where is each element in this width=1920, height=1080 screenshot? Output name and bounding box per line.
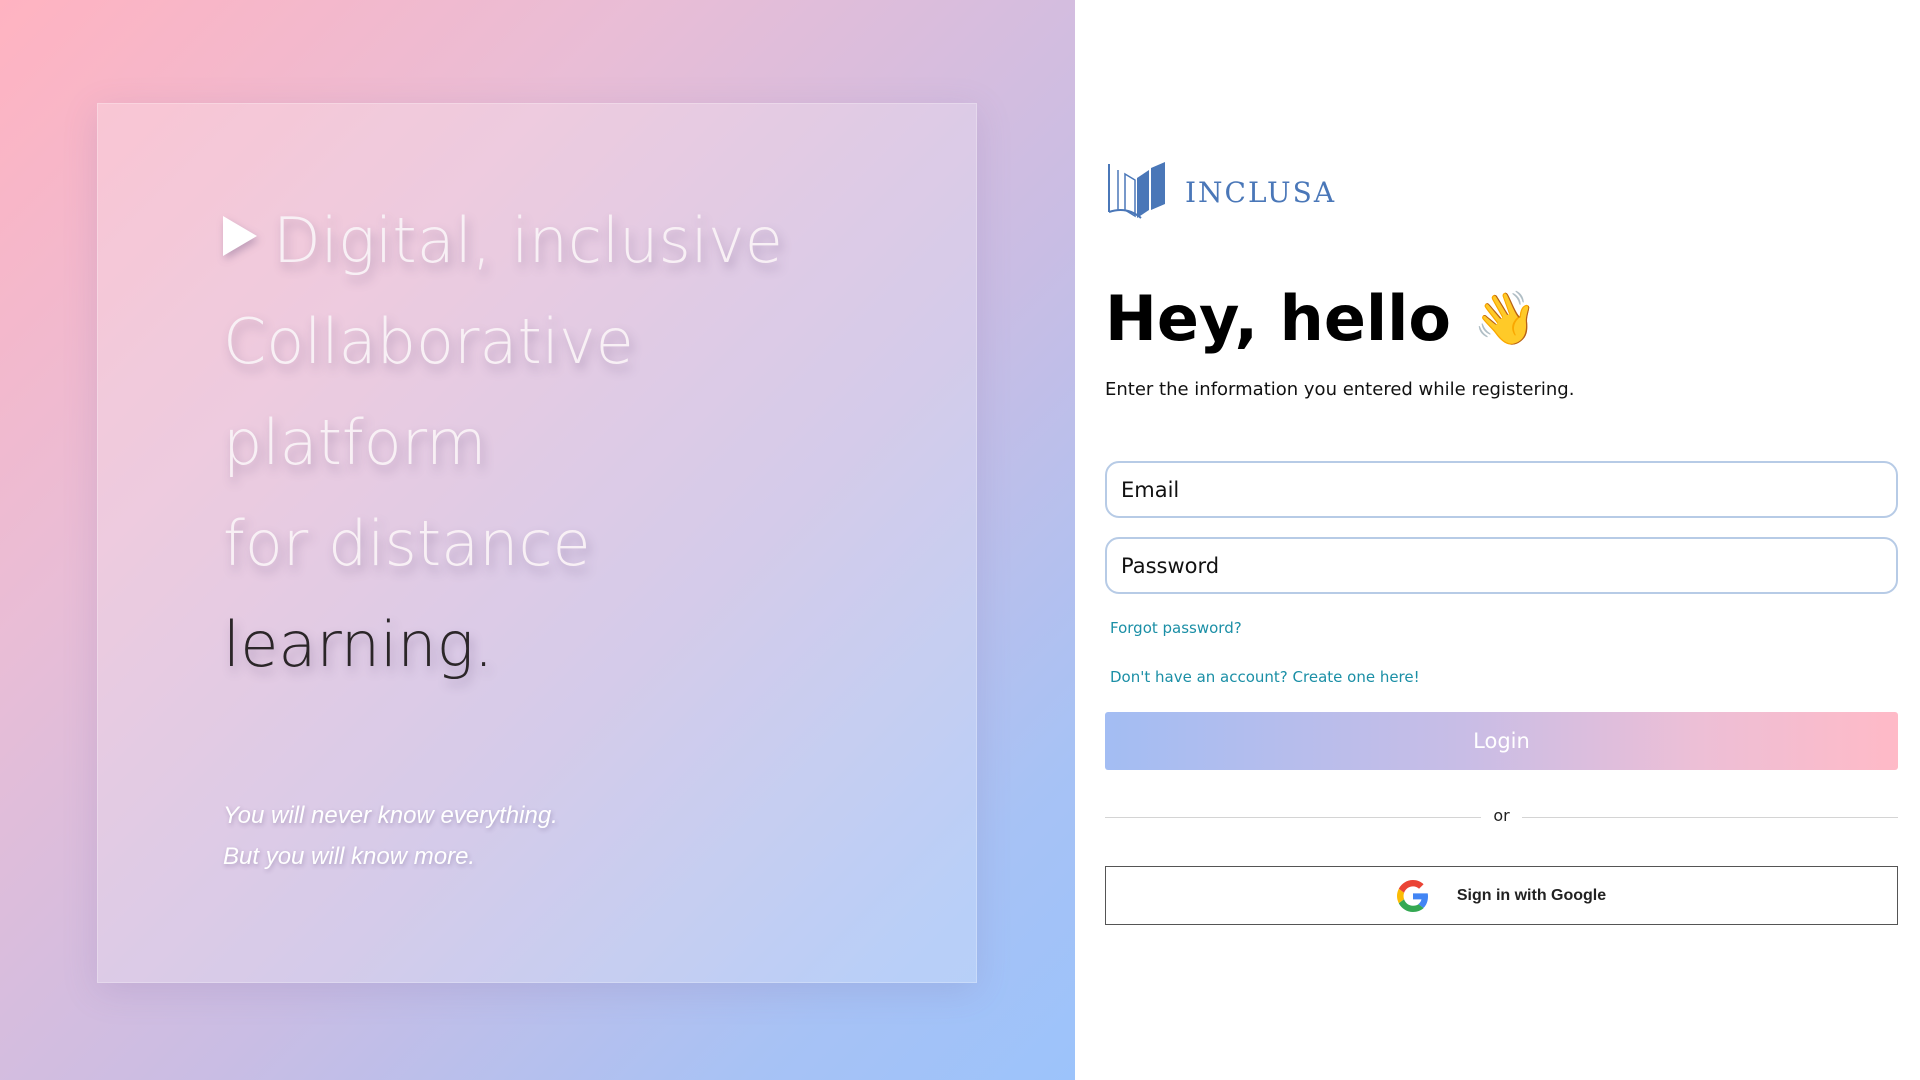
login-subtitle: Enter the information you entered while … (1105, 379, 1575, 400)
brand-name: INCLUSA (1185, 175, 1337, 209)
hero-line-4: for distance (223, 507, 591, 580)
page-title-text: Hey, hello (1105, 282, 1451, 355)
quote-line-1: You will never know everything. (223, 802, 558, 829)
hero-panel: Digital, inclusive Collaborative platfor… (0, 0, 1075, 1080)
page-title: Hey, hello 👋 (1105, 282, 1538, 355)
google-signin-button[interactable]: Sign in with Google (1105, 866, 1898, 925)
google-icon (1396, 879, 1428, 912)
forgot-password-link[interactable]: Forgot password? (1110, 619, 1242, 637)
divider-text: or (1493, 806, 1510, 825)
login-panel: INCLUSA Hey, hello 👋 Enter the informati… (1075, 0, 1920, 1080)
hero-line-1-text: Digital, inclusive (273, 204, 783, 277)
hero-line-5: learning. (223, 608, 494, 681)
hero-quote: You will never know everything. But you … (223, 795, 558, 877)
password-field[interactable] (1105, 537, 1898, 594)
email-field[interactable] (1105, 461, 1898, 518)
or-divider: or (1105, 806, 1898, 830)
waving-hand-icon: 👋 (1472, 288, 1538, 349)
hero-headline: Digital, inclusive Collaborative platfor… (223, 190, 923, 695)
hero-line-2: Collaborative (223, 305, 634, 378)
login-button[interactable]: Login (1105, 712, 1898, 770)
play-icon (223, 216, 257, 256)
quote-line-2: But you will know more. (223, 843, 476, 870)
divider-line-right (1522, 817, 1898, 818)
hero-line-3: platform (223, 406, 487, 479)
brand-logo: INCLUSA (1105, 160, 1336, 220)
google-signin-label: Sign in with Google (1456, 886, 1607, 904)
book-logo-icon (1108, 162, 1165, 219)
hero-line-1: Digital, inclusive (223, 190, 923, 291)
create-account-link[interactable]: Don't have an account? Create one here! (1110, 668, 1420, 686)
